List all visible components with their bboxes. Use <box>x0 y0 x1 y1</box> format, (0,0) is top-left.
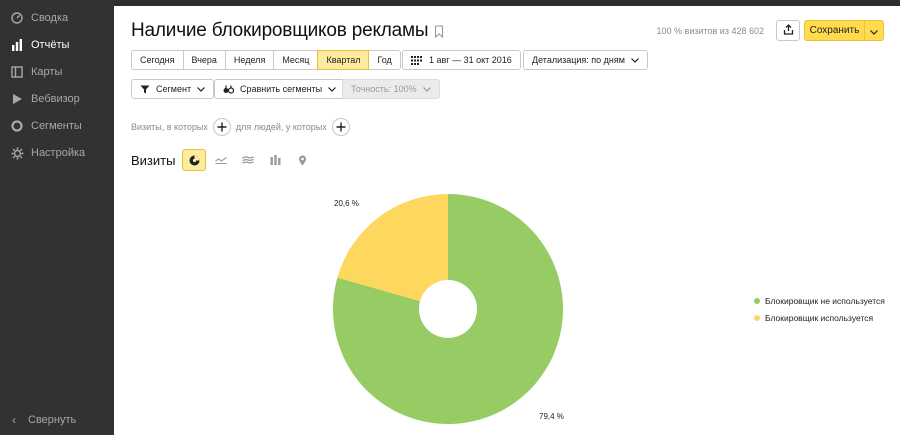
legend-dot-yellow <box>754 315 760 321</box>
donut-hole <box>419 280 477 338</box>
chart-legend: Блокировщик не используется Блокировщик … <box>754 296 885 330</box>
legend-label: Блокировщик используется <box>765 313 874 323</box>
map-icon <box>10 65 24 79</box>
collapse-sidebar-button[interactable]: ‹ Свернуть <box>0 409 114 431</box>
sidebar-item-segments[interactable]: Сегменты <box>0 115 114 137</box>
sidebar-item-webvisor[interactable]: Вебвизор <box>0 88 114 110</box>
sidebar-item-label: Отчёты <box>31 39 70 51</box>
sidebar-item-settings[interactable]: Настройка <box>0 142 114 164</box>
sidebar-item-label: Сегменты <box>31 120 82 132</box>
legend-item-blocker-not-used[interactable]: Блокировщик не используется <box>754 296 885 306</box>
sidebar-item-summary[interactable]: Сводка <box>0 7 114 29</box>
pie-chart <box>333 194 563 424</box>
play-icon <box>10 92 24 106</box>
slice-label-blocker-not-used: 79,4 % <box>539 412 564 421</box>
legend-item-blocker-used[interactable]: Блокировщик используется <box>754 313 885 323</box>
sidebar-item-label: Настройка <box>31 147 86 159</box>
chevron-left-icon: ‹ <box>12 413 16 427</box>
sidebar-item-reports[interactable]: Отчёты <box>0 34 114 56</box>
sidebar-item-maps[interactable]: Карты <box>0 61 114 83</box>
bar-chart-icon <box>10 38 24 52</box>
dashboard-icon <box>10 11 24 25</box>
slice-label-blocker-used: 20,6 % <box>334 199 359 208</box>
sidebar-item-label: Карты <box>31 66 63 78</box>
sidebar-item-label: Сводка <box>31 12 69 24</box>
main-content: Наличие блокировщиков рекламы 100 % визи… <box>114 6 900 435</box>
segments-icon <box>10 119 24 133</box>
sidebar: Сводка Отчёты Карты Вебвизор Сегменты На… <box>0 0 114 435</box>
period-quarter[interactable]: Квартал <box>317 50 370 70</box>
legend-dot-green <box>754 298 760 304</box>
legend-label: Блокировщик не используется <box>765 296 885 306</box>
sidebar-item-label: Вебвизор <box>31 93 80 105</box>
collapse-label: Свернуть <box>28 414 77 426</box>
gear-icon <box>10 146 24 160</box>
